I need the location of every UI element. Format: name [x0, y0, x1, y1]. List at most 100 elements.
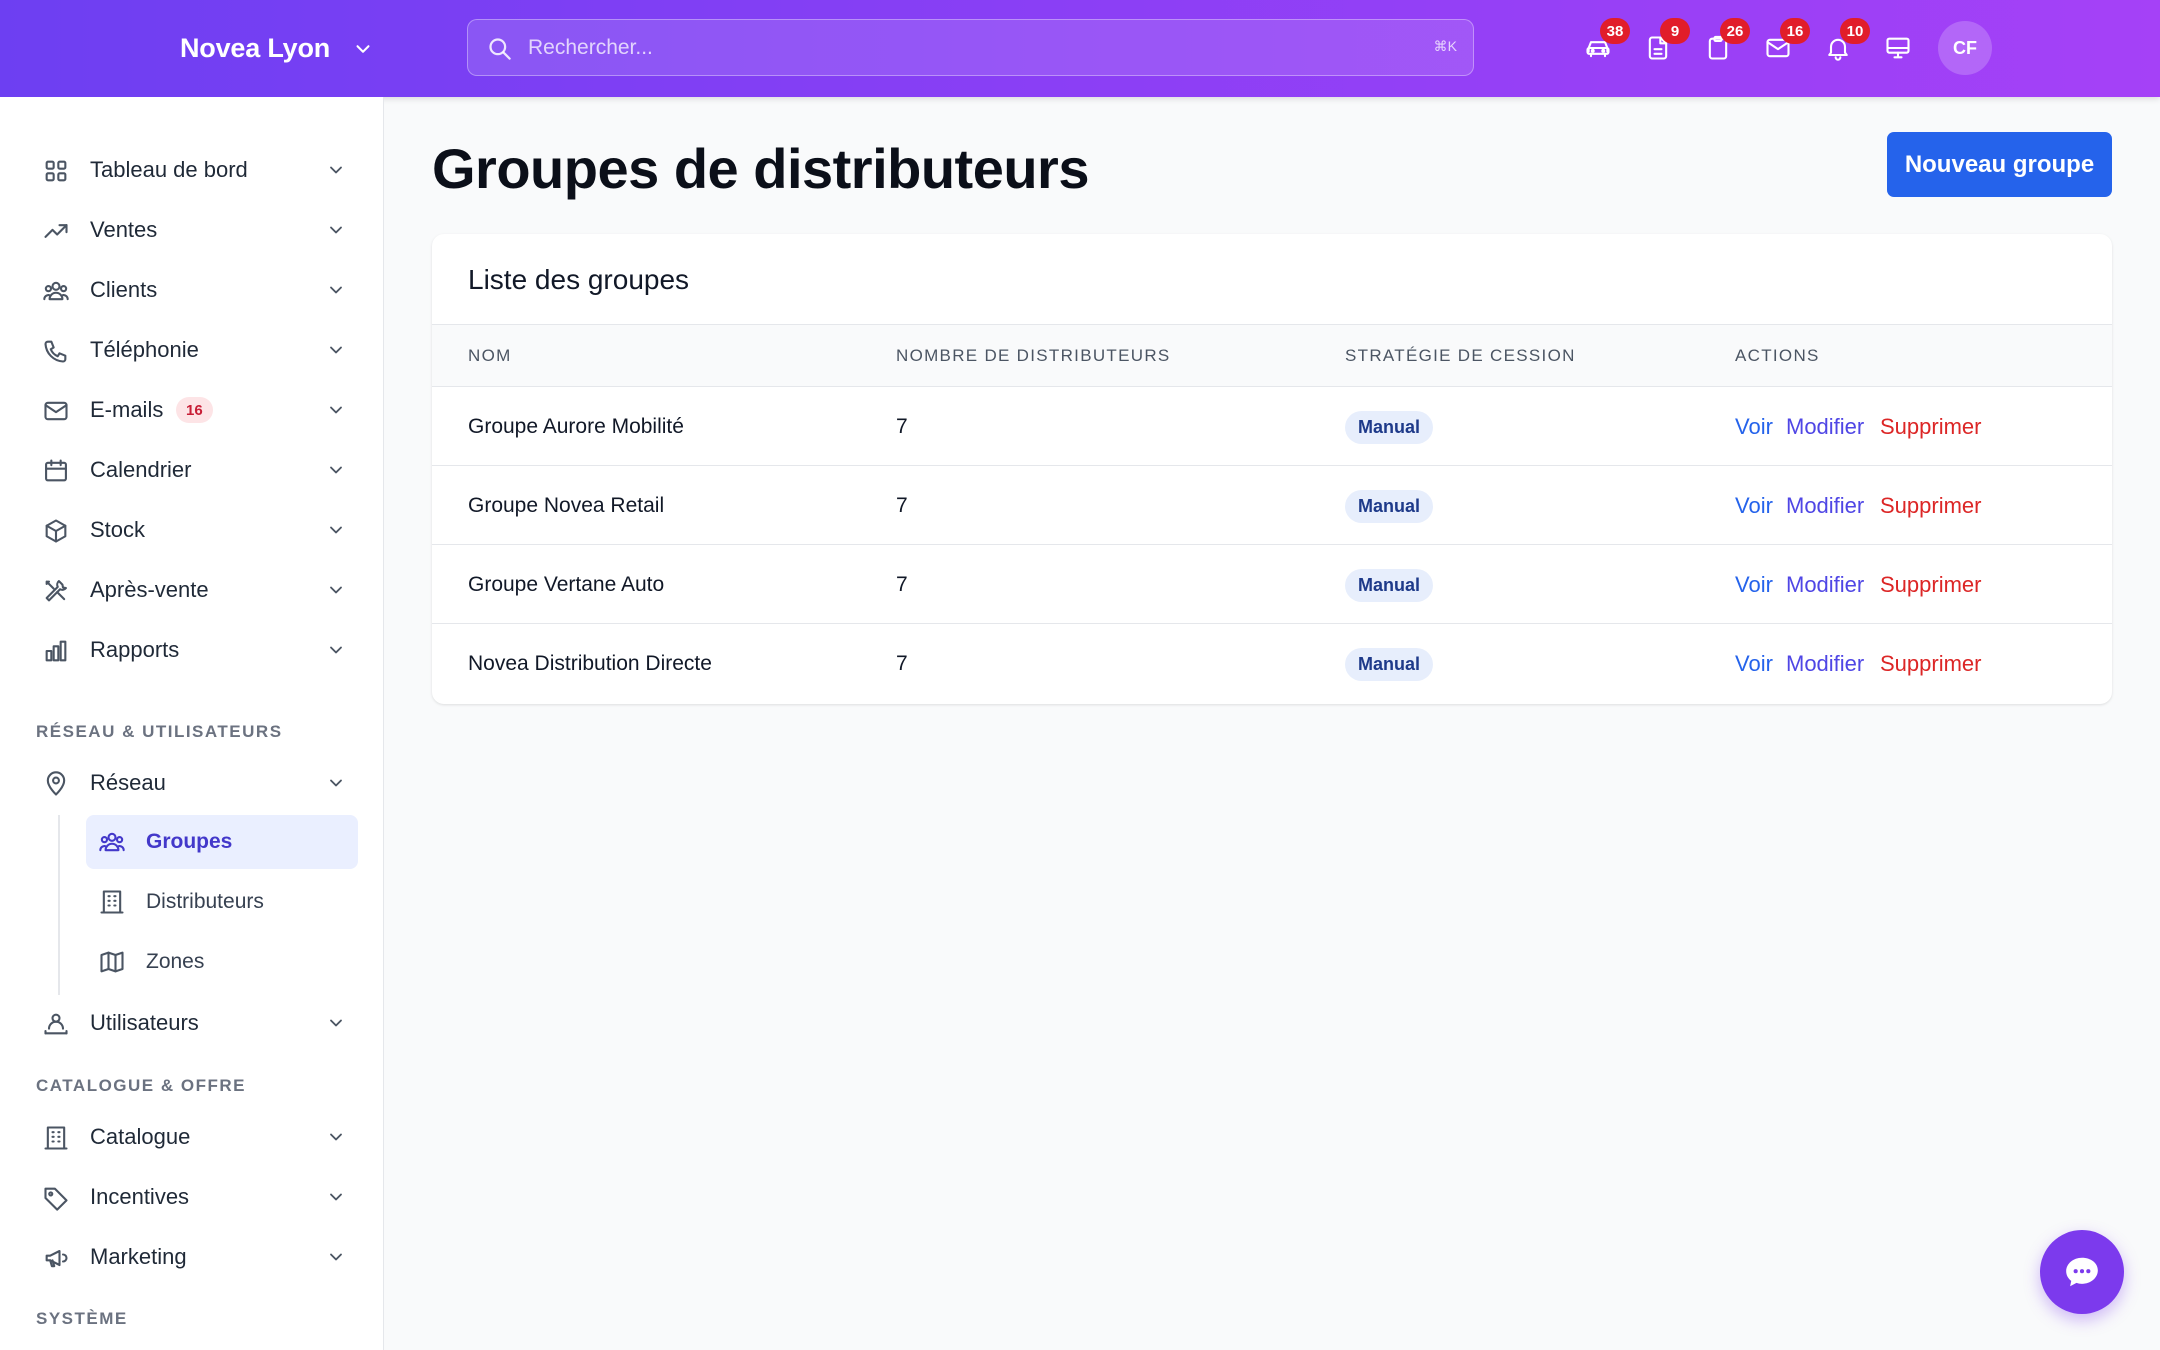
- bell-button[interactable]: 10: [1808, 18, 1870, 78]
- view-link[interactable]: Voir: [1735, 651, 1773, 677]
- view-link[interactable]: Voir: [1735, 572, 1773, 598]
- sidebar-item-label: Téléphonie: [90, 337, 199, 362]
- sidebar-item-label: Stock: [90, 517, 146, 542]
- sidebar-item-label: E-mails: [90, 397, 164, 422]
- view-link[interactable]: Voir: [1735, 414, 1773, 440]
- sidebar-item-label: Utilisateurs: [90, 1010, 199, 1035]
- megaphone-icon: [45, 1249, 68, 1268]
- strategy-badge: Manual: [1345, 490, 1434, 523]
- sidebar-item-after-sales[interactable]: Après-vente: [30, 562, 358, 618]
- sidebar-item-stock[interactable]: Stock: [30, 502, 358, 558]
- sidebar-item-label: Après-vente: [90, 577, 209, 602]
- sidebar-subitem-groups[interactable]: Groupes: [86, 815, 358, 869]
- sidebar: Tableau de bord Ventes Clients Téléphoni…: [0, 97, 384, 1350]
- sidebar-item-marketing[interactable]: Marketing: [30, 1229, 358, 1285]
- column-header-strategy: STRATÉGIE DE CESSION: [1345, 346, 1576, 365]
- table-row: Groupe Vertane Auto 7 Manual Voir Modifi…: [432, 545, 2112, 624]
- sidebar-item-reports[interactable]: Rapports: [30, 622, 358, 678]
- clipboard-badge: 26: [1720, 18, 1750, 44]
- distributor-count: 7: [896, 652, 908, 675]
- sidebar-item-label: Rapports: [90, 637, 180, 662]
- section-title-catalog: CATALOGUE & OFFRE: [36, 1076, 246, 1095]
- column-header-name: NOM: [468, 346, 512, 365]
- phone-icon: [44, 340, 67, 363]
- group-name: Groupe Novea Retail: [468, 494, 665, 517]
- strategy-badge: Manual: [1345, 411, 1434, 444]
- user-avatar[interactable]: CF: [1938, 21, 1992, 75]
- user-group-icon: [44, 1013, 68, 1035]
- sidebar-item-sales[interactable]: Ventes: [30, 202, 358, 258]
- sidebar-item-label: Clients: [90, 277, 158, 302]
- map-pin-icon: [46, 771, 66, 796]
- sidebar-item-emails[interactable]: E-mails 16: [30, 382, 358, 438]
- sidebar-item-clients[interactable]: Clients: [30, 262, 358, 318]
- mail-badge: 16: [1780, 18, 1810, 44]
- delete-link[interactable]: Supprimer: [1880, 572, 1981, 598]
- distributor-count: 7: [896, 573, 908, 596]
- edit-link[interactable]: Modifier: [1786, 572, 1864, 598]
- table-header: NOM NOMBRE DE DISTRIBUTEURS STRATÉGIE DE…: [432, 324, 2112, 387]
- search-icon: [489, 38, 511, 60]
- chevron-down-icon: [330, 646, 342, 654]
- bell-badge: 10: [1840, 18, 1870, 44]
- strategy-badge: Manual: [1345, 569, 1434, 602]
- chevron-down-icon: [330, 1133, 342, 1141]
- delete-link[interactable]: Supprimer: [1880, 414, 1981, 440]
- sidebar-item-dashboard[interactable]: Tableau de bord: [30, 142, 358, 198]
- edit-link[interactable]: Modifier: [1786, 493, 1864, 519]
- emails-badge: 16: [176, 397, 213, 423]
- brand-name: Novea Lyon: [180, 33, 331, 63]
- sidebar-item-users[interactable]: Utilisateurs: [30, 995, 358, 1051]
- sidebar-item-network[interactable]: Réseau: [30, 755, 358, 811]
- top-header: Novea Lyon ⌘K 38 9 26 16 10 C: [0, 0, 2160, 97]
- sidebar-item-calendar[interactable]: Calendrier: [30, 442, 358, 498]
- building-icon: [100, 890, 124, 914]
- sidebar-subitem-zones[interactable]: Zones: [86, 935, 358, 989]
- car-badge: 38: [1600, 18, 1630, 44]
- table-row: Novea Distribution Directe 7 Manual Voir…: [432, 624, 2112, 703]
- distributor-count: 7: [896, 415, 908, 438]
- header-icons: 38 9 26 16 10: [1568, 18, 1928, 78]
- chevron-down-icon: [330, 466, 342, 474]
- sidebar-subitem-distributors[interactable]: Distributeurs: [86, 875, 358, 929]
- tag-icon: [44, 1187, 68, 1211]
- edit-link[interactable]: Modifier: [1786, 414, 1864, 440]
- chevron-down-icon: [330, 226, 342, 234]
- chevron-down-icon: [356, 44, 370, 53]
- view-link[interactable]: Voir: [1735, 493, 1773, 519]
- group-name: Groupe Vertane Auto: [468, 573, 665, 596]
- car-button[interactable]: 38: [1568, 18, 1630, 78]
- groups-card: Liste des groupes NOM NOMBRE DE DISTRIBU…: [432, 234, 2112, 704]
- grid-icon: [45, 160, 67, 182]
- chevron-down-icon: [330, 1019, 342, 1027]
- chat-button[interactable]: [2040, 1230, 2124, 1314]
- edit-link[interactable]: Modifier: [1786, 651, 1864, 677]
- mail-button[interactable]: 16: [1748, 18, 1810, 78]
- clipboard-button[interactable]: 26: [1688, 18, 1750, 78]
- page-title: Groupes de distributeurs: [432, 137, 1090, 200]
- chevron-down-icon: [330, 286, 342, 294]
- document-button[interactable]: 9: [1628, 18, 1690, 78]
- monitor-icon: [1886, 37, 1910, 59]
- table-row: Groupe Novea Retail 7 Manual Voir Modifi…: [432, 466, 2112, 545]
- chevron-down-icon: [330, 406, 342, 414]
- brand-switcher[interactable]: Novea Lyon: [180, 0, 374, 97]
- delete-link[interactable]: Supprimer: [1880, 493, 1981, 519]
- monitor-button[interactable]: [1868, 18, 1928, 78]
- sidebar-item-label: Calendrier: [90, 457, 192, 482]
- mail-icon: [44, 401, 68, 421]
- sidebar-item-label: Incentives: [90, 1184, 190, 1209]
- distributor-count: 7: [896, 494, 908, 517]
- sidebar-item-incentives[interactable]: Incentives: [30, 1169, 358, 1225]
- sidebar-item-telephony[interactable]: Téléphonie: [30, 322, 358, 378]
- building-icon: [44, 1126, 68, 1150]
- sidebar-item-catalog[interactable]: Catalogue: [30, 1109, 358, 1165]
- search-bar[interactable]: ⌘K: [467, 19, 1474, 76]
- document-badge: 9: [1660, 18, 1690, 44]
- new-group-button[interactable]: Nouveau groupe: [1887, 132, 2112, 197]
- delete-link[interactable]: Supprimer: [1880, 651, 1981, 677]
- chevron-down-icon: [330, 586, 342, 594]
- chevron-down-icon: [330, 1193, 342, 1201]
- search-input[interactable]: [528, 20, 1388, 75]
- strategy-badge: Manual: [1345, 648, 1434, 681]
